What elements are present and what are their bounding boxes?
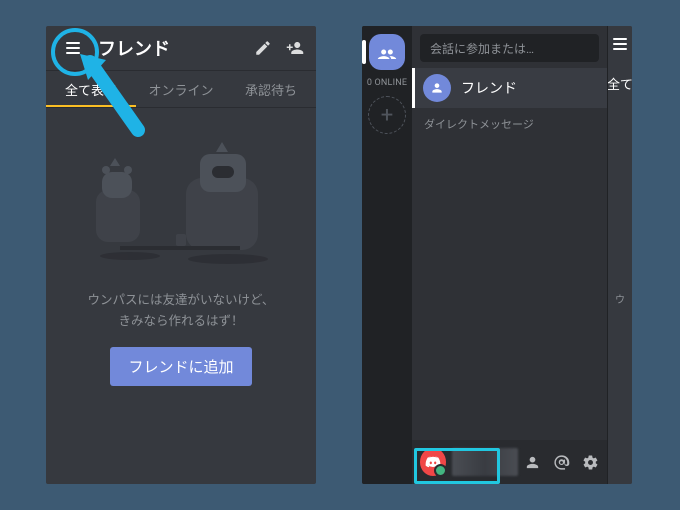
header: フレンド	[46, 26, 316, 71]
discord-logo-icon[interactable]	[420, 448, 446, 476]
dm-section-header: ダイレクトメッセージ	[412, 108, 607, 140]
menu-button-peek[interactable]	[613, 38, 627, 50]
add-friend-icon[interactable]	[286, 39, 304, 57]
mentions-icon[interactable]	[553, 454, 570, 471]
plus-icon: +	[381, 103, 393, 128]
online-count: 0 ONLINE	[367, 78, 407, 88]
empty-line-1: ウンパスには友達がいないけど、	[88, 290, 275, 311]
home-button[interactable]	[369, 34, 405, 70]
friends-nav-item[interactable]: フレンド	[412, 68, 607, 108]
menu-button[interactable]	[58, 33, 88, 63]
header-actions	[254, 39, 304, 57]
tab-online[interactable]: オンライン	[136, 71, 226, 107]
page-title: フレンド	[98, 35, 254, 61]
friends-screen: フレンド 全て表示 オンライン 承認待ち ウンパスには友達がい	[46, 26, 316, 484]
tab-underline	[46, 105, 136, 107]
username-redacted	[452, 448, 518, 476]
friends-icon	[377, 45, 397, 59]
add-friend-button[interactable]: フレンドに追加	[110, 347, 251, 386]
empty-state-text: ウンパスには友達がいないけど、 きみなら作れるはず！	[88, 290, 275, 333]
hamburger-icon	[66, 42, 80, 54]
wumpus-illustration	[86, 142, 276, 276]
peek-next-screen: 全て ウ	[608, 26, 632, 484]
friends-nav-label: フレンド	[461, 78, 517, 98]
user-bar	[412, 440, 607, 484]
dm-panel: 会話に参加または… フレンド ダイレクトメッセージ	[412, 26, 608, 484]
dm-sidebar-screen: 0 ONLINE + 会話に参加または… フレンド ダイレクトメッセージ	[362, 26, 632, 484]
profile-icon[interactable]	[524, 454, 541, 471]
search-placeholder: 会話に参加または…	[430, 40, 589, 57]
bottom-icons	[524, 454, 599, 471]
tab-pending[interactable]: 承認待ち	[226, 71, 316, 107]
server-rail: 0 ONLINE +	[362, 26, 412, 484]
peek-text-fragment: ウ	[615, 291, 625, 306]
peek-tab-label: 全て	[607, 74, 632, 93]
settings-icon[interactable]	[582, 454, 599, 471]
compose-icon[interactable]	[254, 39, 272, 57]
conversation-search[interactable]: 会話に参加または…	[420, 34, 599, 62]
tab-all[interactable]: 全て表示	[46, 71, 136, 107]
friends-tabs: 全て表示 オンライン 承認待ち	[46, 71, 316, 108]
add-server-button[interactable]: +	[368, 96, 406, 134]
hamburger-icon	[613, 38, 627, 50]
friends-avatar-icon	[423, 74, 451, 102]
empty-line-2: きみなら作れるはず！	[88, 311, 275, 332]
empty-state: ウンパスには友達がいないけど、 きみなら作れるはず！ フレンドに追加	[46, 108, 316, 386]
